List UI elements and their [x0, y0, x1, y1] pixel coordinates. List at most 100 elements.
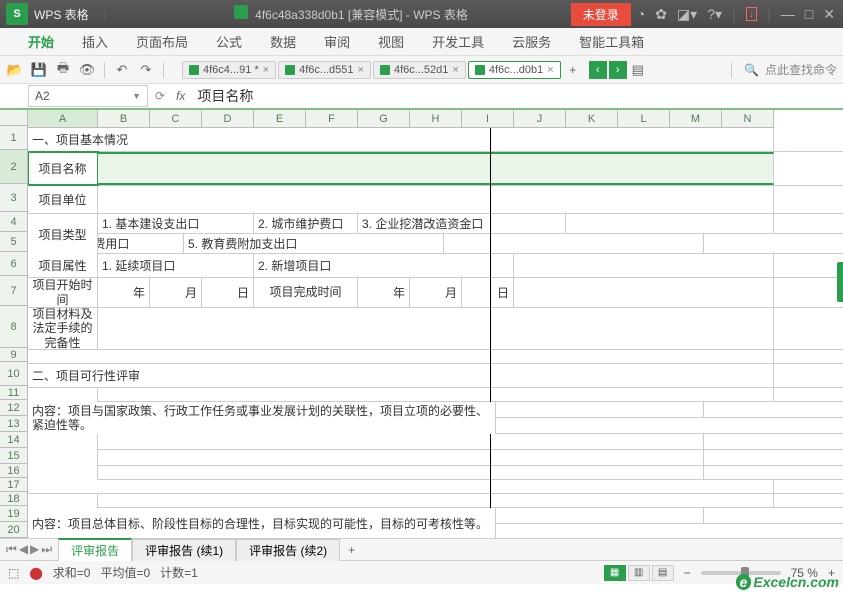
- column-header-F[interactable]: F: [306, 110, 358, 128]
- column-header-L[interactable]: L: [618, 110, 670, 128]
- cell[interactable]: 日: [462, 278, 514, 307]
- view-normal-button[interactable]: ▦: [604, 565, 626, 581]
- cell[interactable]: [98, 308, 774, 349]
- cell[interactable]: 1. 基本建设支出口: [98, 214, 254, 233]
- zoom-out-button[interactable]: −: [684, 566, 691, 580]
- cell[interactable]: [496, 508, 704, 523]
- cell[interactable]: [514, 278, 774, 307]
- close-icon[interactable]: ×: [358, 64, 364, 76]
- cell[interactable]: 一、项目基本情况: [28, 128, 774, 151]
- cell[interactable]: 项目材料及法定手续的完备性: [28, 308, 98, 349]
- cell[interactable]: 3. 企业挖潜改造资金口: [358, 214, 566, 233]
- skin-icon[interactable]: ◪▾: [677, 6, 697, 23]
- sheet-tab-1[interactable]: 评审报告: [58, 538, 132, 561]
- column-header-D[interactable]: D: [202, 110, 254, 128]
- cell[interactable]: 月: [150, 278, 202, 307]
- input-mode-icon[interactable]: ⬚: [8, 566, 19, 580]
- tab-next-button[interactable]: ›: [609, 61, 627, 79]
- menu-review[interactable]: 审阅: [310, 32, 364, 51]
- row-header-19[interactable]: 19: [0, 506, 28, 522]
- cell[interactable]: 项目开始时间: [28, 278, 98, 307]
- cell[interactable]: 项目完成时间: [254, 278, 358, 307]
- settings-icon[interactable]: ✿: [655, 6, 667, 23]
- menu-data[interactable]: 数据: [256, 32, 310, 51]
- close-icon[interactable]: ×: [263, 64, 269, 76]
- cell[interactable]: [444, 234, 704, 253]
- chevron-down-icon[interactable]: ▼: [132, 91, 141, 101]
- row-header-20[interactable]: 20: [0, 522, 28, 538]
- column-header-C[interactable]: C: [150, 110, 202, 128]
- cell[interactable]: [98, 152, 774, 185]
- row-header-3[interactable]: 3: [0, 184, 28, 212]
- close-button[interactable]: ✕: [823, 6, 835, 23]
- menu-cloud[interactable]: 云服务: [498, 32, 565, 51]
- column-header-E[interactable]: E: [254, 110, 306, 128]
- sheet-prev-icon[interactable]: ◀: [19, 542, 28, 557]
- cell[interactable]: [496, 402, 704, 417]
- column-header-I[interactable]: I: [462, 110, 514, 128]
- side-panel-handle[interactable]: [837, 262, 843, 302]
- column-header-B[interactable]: B: [98, 110, 150, 128]
- row-header-4[interactable]: 4: [0, 212, 28, 232]
- view-page-button[interactable]: ▥: [628, 565, 650, 581]
- print-preview-icon[interactable]: 👁: [78, 61, 96, 79]
- row-header-15[interactable]: 15: [0, 448, 28, 464]
- cell[interactable]: [98, 186, 774, 213]
- row-header-10[interactable]: 10: [0, 362, 28, 386]
- doc-tab-3[interactable]: 4f6c...52d1×: [373, 61, 466, 79]
- menu-view[interactable]: 视图: [364, 32, 418, 51]
- row-header-6[interactable]: 6: [0, 252, 28, 276]
- tab-prev-button[interactable]: ‹: [589, 61, 607, 79]
- cell[interactable]: [28, 480, 774, 493]
- cloud-icon[interactable]: ◔: [637, 6, 645, 22]
- cell[interactable]: [28, 350, 774, 363]
- cell[interactable]: 日: [202, 278, 254, 307]
- cell[interactable]: 项目名称: [28, 152, 98, 185]
- sheet-first-icon[interactable]: ⏮: [6, 542, 17, 557]
- cell[interactable]: [28, 450, 704, 465]
- row-header-12[interactable]: 12: [0, 400, 28, 416]
- update-icon[interactable]: ↓: [746, 7, 758, 21]
- column-header-H[interactable]: H: [410, 110, 462, 128]
- row-header-2[interactable]: 2: [0, 150, 28, 184]
- formula-input[interactable]: 项目名称: [189, 86, 843, 106]
- help-icon[interactable]: ?▾: [707, 6, 722, 23]
- close-icon[interactable]: ×: [452, 64, 458, 76]
- row-header-8[interactable]: 8: [0, 306, 28, 348]
- cell[interactable]: [514, 254, 774, 277]
- cell[interactable]: 项目属性: [28, 254, 98, 277]
- sheet-last-icon[interactable]: ⏭: [41, 542, 52, 557]
- add-tab-button[interactable]: +: [563, 63, 583, 77]
- close-icon[interactable]: ×: [547, 64, 553, 76]
- cell[interactable]: 内容：项目总体目标、阶段性目标的合理性，目标实现的可能性，目标的可考核性等。: [28, 508, 496, 538]
- cell[interactable]: [28, 466, 704, 479]
- row-header-1[interactable]: 1: [0, 126, 28, 150]
- menu-formula[interactable]: 公式: [202, 32, 256, 51]
- tab-list-icon[interactable]: ▤: [629, 61, 647, 79]
- row-header-18[interactable]: 18: [0, 492, 28, 506]
- cell[interactable]: 年: [358, 278, 410, 307]
- open-icon[interactable]: 📂: [6, 61, 24, 79]
- sheet-next-icon[interactable]: ▶: [30, 542, 39, 557]
- column-header-J[interactable]: J: [514, 110, 566, 128]
- cell[interactable]: 月: [410, 278, 462, 307]
- row-header-17[interactable]: 17: [0, 478, 28, 492]
- grid-body[interactable]: 一、项目基本情况项目名称项目单位项目类型1. 基本建设支出口2. 城市维护费口3…: [28, 128, 843, 538]
- select-all-corner[interactable]: [0, 110, 28, 126]
- save-icon[interactable]: 💾: [30, 61, 48, 79]
- search-icon[interactable]: 🔍: [744, 63, 759, 77]
- cell[interactable]: [28, 434, 704, 449]
- row-header-14[interactable]: 14: [0, 432, 28, 448]
- column-header-M[interactable]: M: [670, 110, 722, 128]
- undo-icon[interactable]: ↶: [113, 61, 131, 79]
- column-header-G[interactable]: G: [358, 110, 410, 128]
- cell[interactable]: 2. 新增项目口: [254, 254, 514, 277]
- cell[interactable]: 内容：项目与国家政策、行政工作任务或事业发展计划的关联性，项目立项的必要性、紧迫…: [28, 402, 496, 434]
- column-header-K[interactable]: K: [566, 110, 618, 128]
- row-header-16[interactable]: 16: [0, 464, 28, 478]
- cell[interactable]: 1. 延续项目口: [98, 254, 254, 277]
- login-state-button[interactable]: 未登录: [571, 3, 631, 26]
- spreadsheet-grid[interactable]: 1234567891011121314151617181920 ABCDEFGH…: [0, 110, 843, 538]
- cell[interactable]: 年: [98, 278, 150, 307]
- row-header-5[interactable]: 5: [0, 232, 28, 252]
